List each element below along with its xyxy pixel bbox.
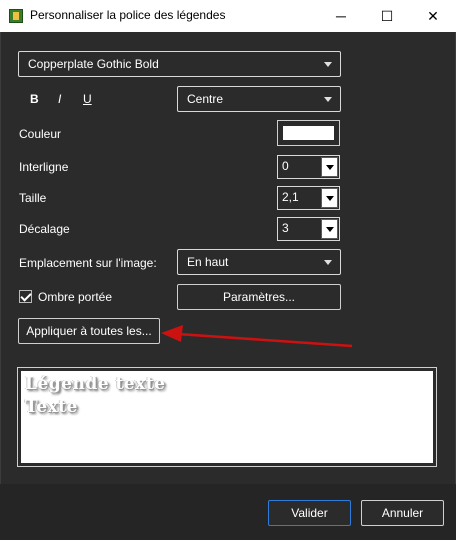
preview-line-2: Texte bbox=[25, 397, 78, 417]
preview-line-1: Légende texte bbox=[25, 374, 166, 394]
ok-button[interactable]: Valider bbox=[268, 500, 351, 526]
cancel-button[interactable]: Annuler bbox=[361, 500, 444, 526]
arrow-head bbox=[161, 325, 183, 342]
arrow-shaft bbox=[177, 332, 353, 348]
caption-preview: Légende texte Texte bbox=[17, 367, 437, 467]
